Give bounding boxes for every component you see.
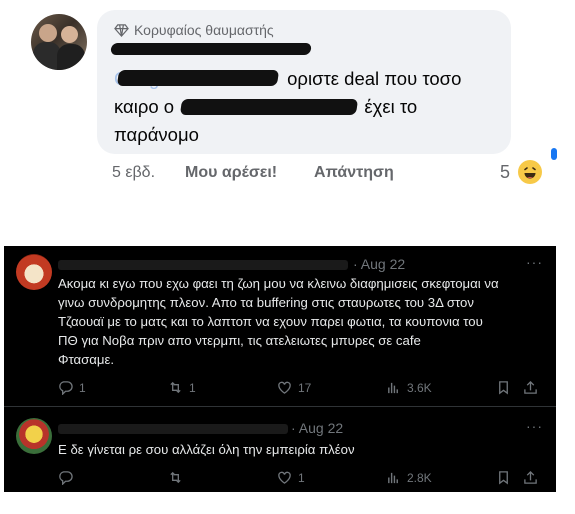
comment-text-2b: έχει το	[364, 96, 418, 117]
tweet-2-like-button[interactable]: 1	[277, 470, 305, 485]
views-icon	[388, 472, 398, 484]
tweet-1-retweet-button[interactable]: 1	[168, 380, 196, 395]
tweet-1-line: γινω συνδρομητης πλεον. Απο τα buffering…	[58, 295, 474, 310]
tweet-2-date[interactable]: · Aug 22	[291, 420, 343, 436]
tweet-1-redacted-name	[58, 260, 348, 270]
reaction-count[interactable]: 5	[500, 162, 510, 183]
top-fan-badge: Κορυφαίος θαυμαστής	[114, 22, 274, 38]
tweet-2-views-button[interactable]: 2.8K	[386, 470, 432, 485]
tweet-1-line: Φτασαμε.	[58, 352, 115, 367]
tweet-1-date[interactable]: · Aug 22	[353, 256, 405, 272]
reply-count: 1	[79, 380, 86, 395]
tweet-1-bookmark-button[interactable]	[496, 380, 511, 395]
mention-link-1[interactable]: Giorgos	[114, 68, 282, 90]
comment-text-2a: καιρο ο	[114, 96, 175, 117]
tweet-1-line: Ακομα κι εγω που εχω φαει τη ζωη μου να …	[58, 276, 499, 291]
comment-bubble: Κορυφαίος θαυμαστής Giorgos οριστε deal …	[97, 10, 511, 154]
tweet-2-avatar[interactable]	[16, 418, 52, 454]
tweet-2-text: Ε δε γίνεται ρε σου αλλάζει όλη την εμπε…	[58, 440, 548, 459]
tweet-1-avatar[interactable]	[16, 254, 52, 290]
reply-button[interactable]: Απάντηση	[314, 164, 394, 182]
views-icon	[388, 382, 398, 394]
tweet-2-retweet-button[interactable]	[168, 470, 189, 485]
retweet-count: 1	[189, 380, 196, 395]
comment-line-3: παράνομο	[114, 124, 199, 146]
comment-line-2: καιρο ο έχει το	[114, 96, 417, 118]
like-count: 1	[298, 470, 305, 485]
heart-icon	[278, 381, 291, 394]
commenter-avatar[interactable]	[31, 14, 87, 70]
share-icon	[524, 470, 537, 484]
retweet-icon	[170, 381, 181, 394]
reply-icon	[59, 381, 73, 395]
tweet-1-like-button[interactable]: 17	[277, 380, 311, 395]
tweet-2-more-icon[interactable]: ···	[526, 418, 543, 434]
comment-time[interactable]: 5 εβδ.	[112, 164, 155, 182]
comment-text-3: παράνομο	[114, 124, 199, 145]
tweet-1-share-button[interactable]	[523, 380, 538, 395]
view-count: 2.8K	[407, 470, 432, 485]
haha-reaction-icon[interactable]	[518, 160, 542, 184]
bookmark-icon	[499, 381, 508, 395]
share-icon	[524, 380, 537, 394]
tweet-1-reply-button[interactable]: 1	[58, 380, 86, 395]
view-count: 3.6K	[407, 380, 432, 395]
retweet-icon	[170, 471, 181, 484]
tweet-2-line: Ε δε γίνεται ρε σου αλλάζει όλη την εμπε…	[58, 442, 355, 457]
tweet-1-more-icon[interactable]: ···	[526, 254, 543, 270]
tweet-1-text: Ακομα κι εγω που εχω φαει τη ζωη μου να …	[58, 274, 548, 369]
badge-label: Κορυφαίος θαυμαστής	[134, 22, 274, 38]
tweet-thread-panel: · Aug 22 ··· Ακομα κι εγω που εχω φαει τ…	[4, 246, 556, 492]
tweet-1-views-button[interactable]: 3.6K	[386, 380, 432, 395]
tweet-2-redacted-name	[58, 424, 288, 434]
tweet-separator	[4, 406, 556, 407]
mention-link-2[interactable]	[179, 96, 359, 118]
comment-text-1: οριστε deal που τοσο	[287, 68, 462, 89]
bookmark-icon	[499, 471, 508, 485]
heart-icon	[278, 471, 291, 484]
diamond-icon	[114, 23, 129, 37]
like-button[interactable]: Μου αρέσει!	[185, 164, 277, 182]
scroll-indicator	[551, 148, 557, 160]
tweet-2-share-button[interactable]	[523, 470, 538, 485]
comment-line-1: Giorgos οριστε deal που τοσο	[114, 68, 461, 90]
reply-icon	[59, 471, 73, 485]
tweet-2-bookmark-button[interactable]	[496, 470, 511, 485]
redacted-author-name	[110, 43, 312, 55]
tweet-1-line: ΠΘ για Νοβα πριν απο ντερμπι, τις ατελει…	[58, 333, 421, 348]
tweet-1-line: Τζαουαϊ με το ματς και το λαπτοπ να εχου…	[58, 314, 483, 329]
tweet-2-reply-button[interactable]	[58, 470, 79, 485]
like-count: 17	[298, 380, 312, 395]
